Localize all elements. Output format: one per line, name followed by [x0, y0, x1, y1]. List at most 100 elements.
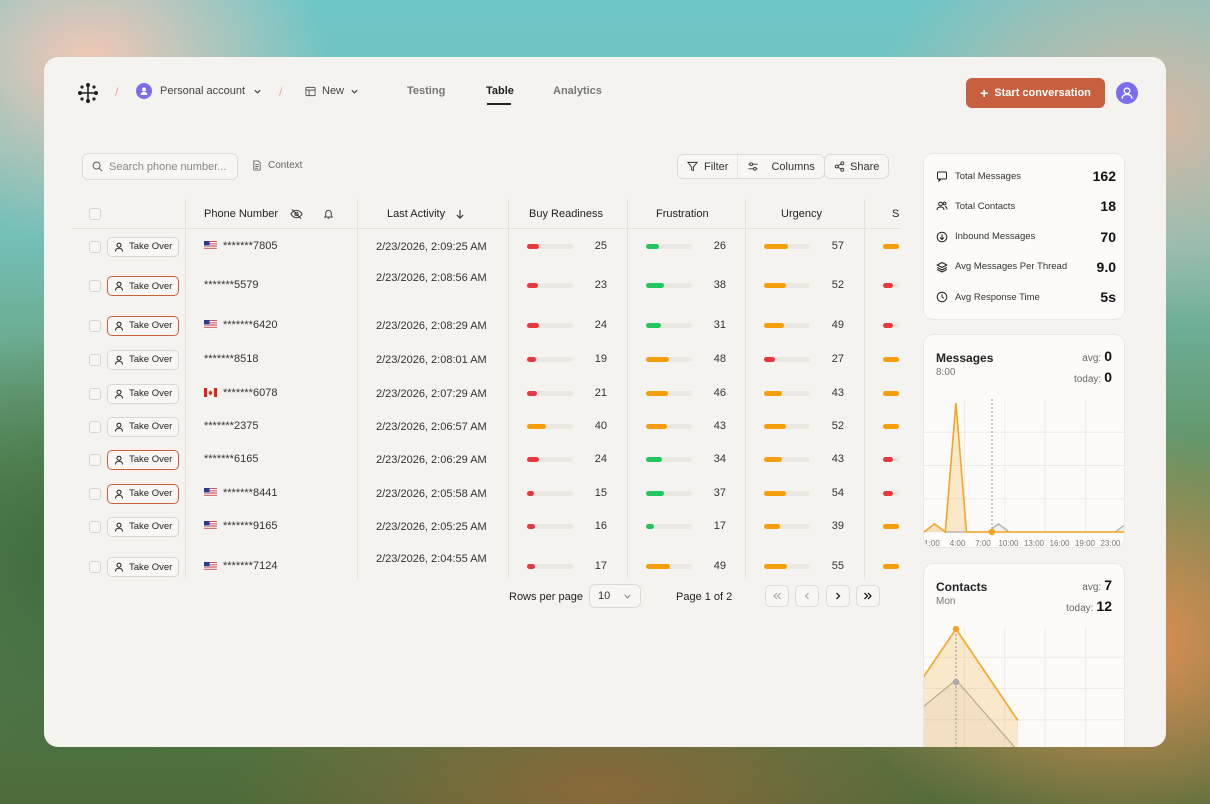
take-over-label: Take Over — [129, 320, 173, 331]
user-icon — [115, 489, 123, 499]
score-value: 57 — [831, 239, 844, 252]
frustration-cell: 38 — [646, 279, 736, 293]
score-value: 25 — [594, 239, 607, 252]
user-avatar[interactable] — [1116, 82, 1138, 104]
buy-readiness-cell: 16 — [527, 520, 617, 534]
column-header-truncated[interactable]: Sa — [892, 208, 899, 220]
stat-value: 162 — [1092, 168, 1116, 184]
score-value: 40 — [594, 419, 607, 432]
score-value: 43 — [831, 386, 844, 399]
view-selector[interactable]: New — [305, 85, 359, 97]
column-header-label: Phone Number — [204, 208, 278, 220]
stat-value: 18 — [1100, 198, 1116, 215]
take-over-button[interactable]: Take Over — [107, 315, 180, 336]
first-page-button[interactable] — [765, 585, 789, 607]
rows-per-page-label: Rows per page — [509, 591, 583, 603]
table-row: Take Over *******6078 2/23/2026, 2:07:29 A… — [72, 377, 899, 410]
stat-row: Total Contacts 18 — [936, 196, 1116, 216]
score-value: 52 — [831, 419, 844, 432]
row-checkbox[interactable] — [89, 453, 101, 466]
select-all-checkbox[interactable] — [89, 208, 101, 220]
frustration-cell: 26 — [646, 240, 736, 254]
previous-page-button[interactable] — [795, 585, 819, 607]
row-checkbox[interactable] — [89, 487, 101, 500]
start-conversation-button[interactable]: + Start conversation — [966, 78, 1105, 108]
row-checkbox[interactable] — [89, 387, 101, 400]
column-header-phone[interactable]: Phone Number — [204, 208, 334, 220]
take-over-button[interactable]: Take Over — [107, 236, 180, 257]
take-over-button[interactable]: Take Over — [107, 449, 180, 470]
score-bar-fill — [883, 283, 893, 288]
score-value: 43 — [831, 452, 844, 465]
search-input[interactable] — [109, 160, 234, 173]
rows-per-page-select[interactable]: 10 — [589, 584, 641, 608]
tab-table[interactable]: Table — [486, 85, 514, 97]
take-over-button[interactable]: Take Over — [107, 516, 180, 537]
chevron-down-icon — [624, 594, 631, 599]
urgency-cell: 54 — [764, 487, 854, 501]
row-checkbox[interactable] — [89, 420, 101, 433]
column-header-frustration[interactable]: Frustration — [656, 208, 709, 220]
user-icon — [115, 455, 123, 465]
last-activity-cell: 2/23/2026, 2:05:58 AM — [376, 487, 487, 500]
hover-point — [952, 626, 960, 633]
score-bar-fill — [883, 564, 899, 569]
tab-analytics[interactable]: Analytics — [553, 85, 602, 97]
messages-chart[interactable]: 1:00 4:00 7:00 10:00 13:00 16:00 19:00 23:00 — [924, 399, 1125, 548]
take-over-button[interactable]: Take Over — [107, 557, 180, 577]
row-checkbox[interactable] — [89, 319, 101, 332]
arrow-down-icon — [456, 209, 464, 219]
last-activity-cell: 2/23/2026, 2:06:29 AM — [376, 453, 487, 466]
table-toolbar: Filter Columns — [677, 154, 825, 179]
score-bar-fill — [764, 322, 785, 328]
score-bar-fill — [883, 456, 893, 462]
contacts-chart[interactable] — [924, 626, 1125, 747]
row-checkbox[interactable] — [89, 353, 101, 366]
message-icon — [937, 171, 947, 182]
score-bar-fill — [646, 490, 664, 496]
share-button[interactable]: Share — [824, 154, 890, 179]
column-header-last-activity[interactable]: Last Activity — [387, 208, 465, 220]
next-page-button[interactable] — [826, 585, 850, 607]
us-flag-icon — [204, 561, 217, 571]
tab-testing[interactable]: Testing — [407, 85, 445, 97]
take-over-button[interactable]: Take Over — [107, 349, 180, 370]
breadcrumb-separator: / — [279, 85, 283, 99]
search-icon — [92, 161, 103, 172]
score-value: 17 — [713, 519, 726, 532]
filter-button[interactable]: Filter — [678, 155, 737, 178]
last-page-button[interactable] — [856, 585, 880, 607]
take-over-button[interactable]: Take Over — [107, 383, 180, 404]
app-logo-icon[interactable] — [76, 81, 100, 105]
eye-off-icon[interactable] — [290, 208, 303, 220]
row-checkbox[interactable] — [89, 280, 101, 292]
score-value: 31 — [713, 318, 726, 331]
row-checkbox[interactable] — [89, 240, 101, 253]
columns-button[interactable]: Columns — [737, 155, 823, 178]
score-value: 39 — [831, 519, 844, 532]
chevron-down-icon — [351, 89, 358, 94]
truncated-score-cell — [883, 279, 899, 293]
urgency-cell: 55 — [764, 560, 854, 574]
user-icon — [115, 389, 123, 399]
row-checkbox[interactable] — [89, 561, 101, 573]
bell-icon[interactable] — [323, 208, 334, 220]
column-header-urgency[interactable]: Urgency — [781, 208, 822, 220]
score-bar-fill — [646, 523, 655, 529]
chart-today: today: 12 — [1066, 598, 1112, 614]
take-over-label: Take Over — [129, 561, 173, 573]
urgency-cell: 39 — [764, 520, 854, 534]
avg-value: 0 — [1104, 348, 1112, 364]
column-header-buy-readiness[interactable]: Buy Readiness — [529, 208, 603, 220]
context-button[interactable]: Context — [252, 160, 302, 171]
stat-value: 70 — [1100, 228, 1116, 245]
row-checkbox[interactable] — [89, 520, 101, 533]
account-switcher[interactable]: Personal account — [136, 83, 262, 99]
take-over-button[interactable]: Take Over — [107, 276, 180, 296]
search-box[interactable] — [82, 153, 238, 180]
clock-icon — [936, 291, 948, 303]
score-bar-fill — [883, 423, 899, 429]
chevron-left-icon — [804, 592, 809, 600]
take-over-button[interactable]: Take Over — [107, 416, 180, 437]
take-over-button[interactable]: Take Over — [107, 483, 180, 504]
